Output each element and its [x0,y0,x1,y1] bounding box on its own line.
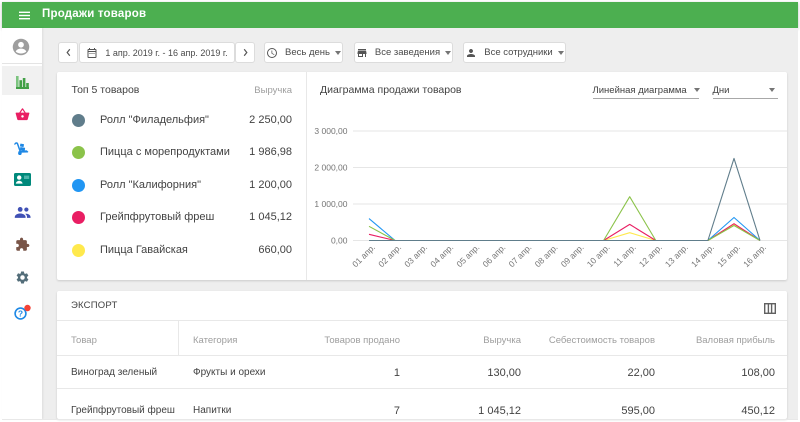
svg-text:06 апр.: 06 апр. [480,242,507,269]
svg-text:10 апр.: 10 апр. [585,242,612,269]
svg-text:08 апр.: 08 апр. [533,242,560,269]
svg-text:15 апр.: 15 апр. [715,242,742,269]
svg-text:3 000,00: 3 000,00 [314,126,347,136]
svg-text:?: ? [18,308,23,318]
svg-text:05 апр.: 05 апр. [454,242,481,269]
svg-text:09 апр.: 09 апр. [559,242,586,269]
svg-text:01 апр.: 01 апр. [350,242,377,269]
svg-text:02 апр.: 02 апр. [376,242,403,269]
svg-text:2 000,00: 2 000,00 [314,163,347,173]
svg-text:14 апр.: 14 апр. [689,242,716,269]
svg-text:12 апр.: 12 апр. [637,242,664,269]
svg-text:1 000,00: 1 000,00 [314,199,347,209]
svg-text:03 апр.: 03 апр. [402,242,429,269]
svg-text:11 апр.: 11 апр. [611,242,638,269]
svg-text:16 апр.: 16 апр. [741,242,768,269]
svg-text:0,00: 0,00 [331,236,348,246]
svg-text:07 апр.: 07 апр. [506,242,533,269]
svg-text:13 апр.: 13 апр. [663,242,690,269]
svg-text:04 апр.: 04 апр. [428,242,455,269]
